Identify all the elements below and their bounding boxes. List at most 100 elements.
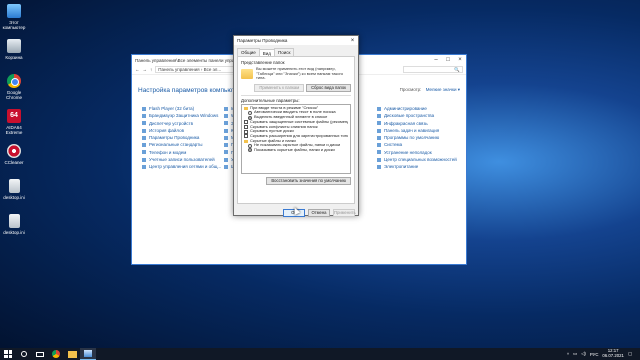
cancel-button[interactable]: Отмена: [308, 209, 330, 217]
task-view-icon: [36, 351, 44, 357]
close-button[interactable]: ×: [454, 57, 466, 63]
item-icon: [142, 150, 146, 155]
breadcrumb-control-panel[interactable]: Панель управления: [158, 67, 199, 72]
advanced-setting-row[interactable]: Показывать скрытые файлы, папки и диски: [244, 148, 348, 153]
tab-search[interactable]: Поиск: [273, 48, 295, 56]
cp-item[interactable]: Центр управления сетями и общ...: [142, 163, 221, 170]
cp-item[interactable]: Брандмауэр Защитника Windows: [142, 112, 221, 119]
cp-item-label: Диспетчер устройств: [149, 120, 193, 126]
checkbox[interactable]: [244, 129, 248, 134]
cp-item[interactable]: Параметры Проводника: [142, 134, 221, 141]
language-indicator[interactable]: РУС: [590, 352, 599, 357]
taskbar-chrome[interactable]: [48, 348, 64, 360]
radio-button[interactable]: [248, 110, 252, 115]
desktop-icon-desktop-ini-2[interactable]: desktop.ini: [2, 214, 26, 247]
cp-item[interactable]: Телефон и модем: [142, 149, 221, 156]
search-input[interactable]: 🔍: [403, 66, 463, 73]
reset-folders-button[interactable]: Сброс вида папок: [306, 83, 351, 92]
apply-to-folders-button[interactable]: Применить к папкам: [254, 83, 305, 92]
cp-item[interactable]: Учетные записи пользователей: [142, 156, 221, 163]
network-icon[interactable]: ▭: [573, 351, 577, 357]
radio-button[interactable]: [248, 143, 252, 148]
checkbox[interactable]: [244, 120, 248, 125]
control-panel-icon: [84, 350, 92, 357]
radio-button[interactable]: [248, 148, 252, 153]
ini-file-icon: [8, 214, 20, 228]
cp-item-label: Центр специальных возможностей: [384, 157, 457, 163]
folder-views-buttons: Применить к папкам Сброс вида папок: [241, 83, 351, 92]
item-icon: [377, 135, 381, 140]
view-dropdown[interactable]: Мелкие значки ▾: [426, 87, 460, 92]
desktop-icon-label: CCleaner: [4, 160, 24, 165]
cp-item[interactable]: Система: [377, 141, 457, 148]
items-column-1: Flash Player (32 бита) Брандмауэр Защитн…: [142, 105, 221, 171]
forward-arrow-icon[interactable]: →: [143, 67, 148, 72]
cp-item[interactable]: Дисковые пространства: [377, 112, 457, 119]
cp-item[interactable]: Диспетчер устройств: [142, 120, 221, 127]
desktop-icon-chrome[interactable]: Google Chrome: [2, 74, 26, 107]
checkbox[interactable]: [244, 124, 248, 129]
advanced-setting-label: Показывать скрытые файлы, папки и диски: [254, 148, 335, 153]
taskbar-explorer[interactable]: [64, 348, 80, 360]
cp-item[interactable]: Программы по умолчанию: [377, 134, 457, 141]
cp-item[interactable]: Администрирование: [377, 105, 457, 112]
item-icon: [142, 157, 146, 162]
task-view-button[interactable]: [32, 348, 48, 360]
dialog-tabs: Общие Вид Поиск: [237, 48, 355, 57]
item-icon: [142, 106, 146, 111]
up-arrow-icon[interactable]: ↑: [150, 67, 152, 72]
checkbox[interactable]: [244, 134, 248, 139]
cp-item[interactable]: Инфракрасная связь: [377, 120, 457, 127]
item-icon: [224, 121, 228, 126]
cp-item[interactable]: Устранение неполадок: [377, 149, 457, 156]
computer-icon: [7, 4, 21, 18]
cp-item[interactable]: Электропитание: [377, 163, 457, 170]
tray-chevron-icon[interactable]: ^: [567, 352, 569, 357]
desktop-icon-this-pc[interactable]: Этот компьютер: [2, 4, 26, 37]
cp-item[interactable]: Панель задач и навигация: [377, 127, 457, 134]
item-icon: [142, 135, 146, 140]
cp-item-label: История файлов: [149, 127, 184, 133]
item-icon: [377, 128, 381, 133]
taskbar-search-button[interactable]: [16, 348, 32, 360]
start-button[interactable]: [0, 348, 16, 360]
apply-button[interactable]: Применить: [333, 209, 356, 217]
cp-item-label: Администрирование: [384, 106, 427, 111]
cp-item[interactable]: Flash Player (32 бита): [142, 105, 221, 112]
breadcrumb-all-items[interactable]: Все эл...: [204, 67, 222, 72]
back-arrow-icon[interactable]: ←: [135, 67, 140, 72]
cp-item[interactable]: Региональные стандарты: [142, 141, 221, 148]
clock[interactable]: 12:17 06.07.2021: [602, 349, 624, 358]
desktop-icon-label: desktop.ini: [3, 195, 25, 200]
item-icon: [142, 165, 146, 170]
tab-general[interactable]: Общие: [237, 48, 260, 56]
item-icon: [224, 165, 228, 170]
maximize-button[interactable]: □: [442, 57, 454, 63]
desktop-icon-recycle-bin[interactable]: Корзина: [2, 39, 26, 72]
taskbar-control-panel[interactable]: [80, 348, 96, 360]
cp-item-label: Региональные стандарты: [149, 142, 203, 148]
advanced-settings-list[interactable]: При вводе текста в режиме "Список" Автома…: [241, 103, 351, 174]
dialog-close-button[interactable]: ×: [347, 38, 358, 44]
page-title: Настройка параметров компьютера: [138, 86, 246, 94]
desktop-icon-aida64[interactable]: 64 AIDA64 Extreme: [2, 109, 26, 142]
view-tab-panel: Представление папок Вы можете применить …: [237, 56, 355, 204]
system-tray: ^ ▭ ◁) РУС 12:17 06.07.2021 ▢: [567, 349, 640, 358]
dialog-titlebar[interactable]: Параметры Проводника ×: [234, 36, 358, 45]
volume-icon[interactable]: ◁): [581, 351, 586, 357]
restore-defaults-button[interactable]: Восстановить значения по умолчанию: [266, 176, 351, 185]
ini-file-icon: [8, 179, 20, 193]
item-icon: [377, 113, 381, 118]
cp-item-label: Телефон и модем: [149, 149, 187, 155]
minimize-button[interactable]: –: [430, 57, 442, 63]
cp-item[interactable]: Центр специальных возможностей: [377, 156, 457, 163]
desktop-icon-desktop-ini[interactable]: desktop.ini: [2, 179, 26, 212]
windows-logo-icon: [4, 350, 12, 358]
folder-icon: [67, 350, 77, 358]
aida64-icon: 64: [7, 109, 21, 123]
folder-views-description: Вы можете применить этот вид (например, …: [256, 66, 344, 81]
chrome-icon: [52, 350, 60, 358]
cp-item[interactable]: История файлов: [142, 127, 221, 134]
notifications-icon[interactable]: ▢: [628, 351, 632, 357]
desktop-icon-ccleaner[interactable]: CCleaner: [2, 144, 26, 177]
